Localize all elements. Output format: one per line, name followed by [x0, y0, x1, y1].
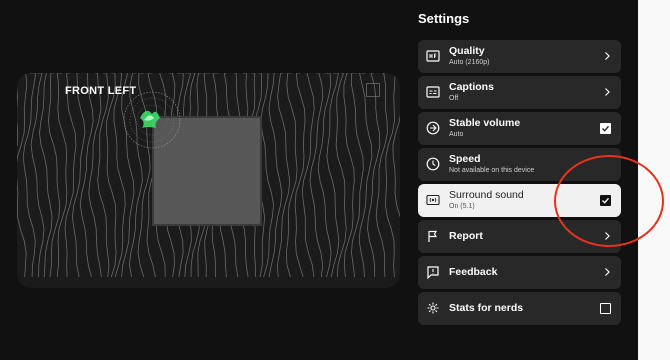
row-label: Quality	[449, 45, 485, 57]
wave-line	[268, 73, 283, 278]
row-label: Stats for nerds	[449, 302, 524, 314]
wave-line	[367, 73, 381, 278]
annotation-circle	[554, 155, 664, 247]
row-label: Speed	[449, 153, 481, 165]
settings-row-captions[interactable]: Captions Off	[418, 76, 621, 109]
row-label: Stable volume	[449, 117, 521, 129]
wave-line	[260, 73, 274, 278]
row-value: Not available on this device	[449, 167, 535, 174]
feedback-icon	[427, 266, 439, 279]
stats-for-nerds-checkbox[interactable]	[600, 303, 611, 314]
sound-orb	[123, 91, 181, 149]
clock-icon	[426, 157, 440, 171]
speaker-label: FRONT LEFT	[65, 85, 137, 97]
settings-row-stable-volume[interactable]: Stable volume Auto	[418, 112, 621, 145]
wave-line	[309, 73, 324, 278]
row-label: Captions	[449, 81, 494, 93]
row-value: Auto (2160p)	[449, 59, 490, 66]
chevron-right-icon	[605, 88, 610, 96]
settings-row-quality[interactable]: Quality Auto (2160p)	[418, 40, 621, 73]
wave-line	[358, 73, 373, 278]
row-label: Surround sound	[449, 189, 524, 201]
stable-volume-icon	[426, 121, 440, 135]
settings-title: Settings	[418, 11, 470, 26]
surround-sound-icon	[426, 194, 440, 206]
wave-line	[106, 73, 117, 278]
chevron-right-icon	[605, 268, 610, 276]
wave-line	[56, 73, 68, 278]
row-value: On (5.1)	[449, 203, 475, 210]
video-preview[interactable]: FRONT LEFT	[17, 73, 400, 288]
quality-icon	[426, 50, 440, 62]
wave-line	[351, 73, 364, 278]
gear-icon	[427, 302, 439, 314]
wave-line	[97, 73, 110, 278]
wave-line	[17, 86, 19, 266]
settings-row-feedback[interactable]: Feedback	[418, 256, 621, 289]
chevron-right-icon	[605, 52, 610, 60]
wave-line	[384, 73, 396, 278]
wave-line	[71, 73, 86, 278]
wave-line	[301, 73, 315, 278]
stable-volume-checkbox[interactable]	[600, 123, 611, 134]
wave-line	[375, 73, 388, 278]
expand-icon[interactable]	[366, 83, 380, 97]
row-label: Report	[449, 230, 483, 242]
row-label: Feedback	[449, 266, 498, 278]
wave-line	[30, 73, 45, 278]
flag-icon	[428, 230, 438, 242]
wave-line	[276, 73, 291, 278]
settings-row-stats-for-nerds[interactable]: Stats for nerds	[418, 292, 621, 325]
wave-line	[317, 73, 332, 278]
captions-icon	[426, 86, 440, 98]
wave-line	[64, 73, 77, 278]
row-value: Auto	[449, 131, 464, 138]
wave-line	[88, 73, 102, 278]
wave-line	[343, 73, 355, 278]
row-value: Off	[449, 95, 459, 102]
